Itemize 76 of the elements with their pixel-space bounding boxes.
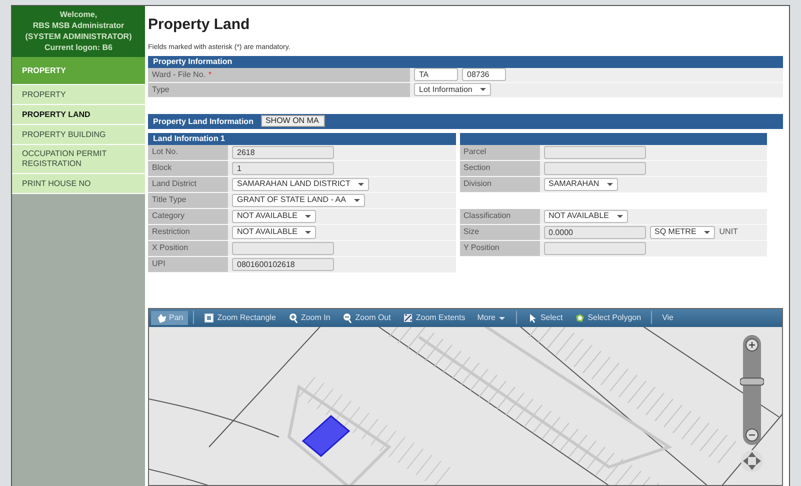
dropdown[interactable]: SAMARAHAN LAND DISTRICT: [232, 178, 370, 191]
field-label: Section: [460, 160, 540, 176]
caret-icon: [607, 182, 614, 186]
welcome-text: RBS MSB Administrator: [32, 20, 126, 31]
caret-icon: [704, 230, 710, 234]
menu-item[interactable]: PROPERTY: [12, 85, 145, 105]
text-field[interactable]: [232, 242, 334, 255]
field-label: Parcel: [460, 144, 540, 160]
dropdown[interactable]: NOT AVAILABLE: [544, 210, 628, 223]
polygon-select-icon: [574, 312, 585, 323]
menu-item[interactable]: PRINT HOUSE NO: [12, 174, 145, 194]
toolbar-button[interactable]: Vie: [657, 310, 678, 325]
show-on-map-button[interactable]: SHOW ON MA: [261, 115, 326, 128]
page-title: Property Land: [148, 16, 251, 34]
field-label: Category: [148, 208, 228, 224]
toolbar-button[interactable]: Zoom Extents: [398, 310, 470, 325]
section-title: Property Land Information: [153, 116, 254, 127]
zoom-out-icon: [342, 312, 352, 323]
toolbar-button[interactable]: Zoom Out: [337, 310, 396, 325]
field-label: Title Type: [148, 192, 228, 208]
required-mark: *: [208, 68, 212, 81]
menu-item[interactable]: PROPERTY LAND: [12, 105, 145, 125]
caret-icon: [358, 182, 364, 186]
highlighted-parcel: [302, 414, 350, 457]
field-label: X Position: [148, 240, 228, 256]
unit-label: UNIT: [719, 226, 738, 238]
field-label: Lot No.: [148, 144, 228, 160]
text-field[interactable]: 08736: [462, 68, 506, 82]
text-field[interactable]: 1: [232, 162, 334, 175]
pointer-icon: [527, 312, 538, 323]
field-label: Restriction: [148, 224, 228, 240]
caret-icon: [305, 214, 312, 218]
subsection-header: Land Information 1: [148, 132, 456, 145]
dropdown[interactable]: SQ METRE: [650, 226, 716, 239]
toolbar-button[interactable]: More: [472, 310, 512, 325]
dropdown[interactable]: GRANT OF STATE LAND - AA: [232, 194, 365, 207]
dropdown[interactable]: NOT AVAILABLE: [232, 226, 316, 239]
welcome-text: (SYSTEM ADMINISTRATOR): [24, 31, 133, 42]
caret-icon: [305, 230, 312, 234]
toolbar-button[interactable]: Select: [522, 310, 568, 325]
welcome-text: Welcome,: [58, 9, 98, 20]
field-label: Block: [148, 160, 228, 176]
pan-arrows-icon: [740, 448, 764, 473]
zoom-rectangle-icon: [204, 312, 214, 323]
field-label: Size: [460, 224, 540, 240]
caret-icon: [616, 214, 623, 218]
section-header: Property Information: [148, 56, 783, 68]
text-field[interactable]: 0.0000: [544, 226, 646, 239]
field-label: Division: [460, 176, 540, 192]
dropdown[interactable]: SAMARAHAN: [544, 178, 618, 191]
text-field[interactable]: [544, 162, 646, 175]
dropdown[interactable]: NOT AVAILABLE: [232, 210, 316, 223]
caret-icon: [354, 198, 360, 202]
field-label: Y Position: [460, 240, 540, 256]
field-label: Type: [148, 82, 410, 97]
text-field[interactable]: [544, 146, 646, 159]
caret-icon: [480, 88, 486, 92]
menu-item[interactable]: OCCUPATION PERMIT REGISTRATION: [12, 145, 145, 174]
zoom-in-icon: [288, 312, 298, 323]
field-label: Land District: [148, 176, 228, 192]
text-field[interactable]: TA: [414, 68, 458, 82]
dropdown[interactable]: Lot Information: [414, 83, 492, 96]
toolbar-button[interactable]: Select Polygon: [570, 310, 646, 325]
zoom-extents-icon: [402, 312, 413, 323]
zoom-slider[interactable]: [740, 334, 764, 445]
field-label: UPI: [148, 256, 228, 272]
text-field[interactable]: [544, 242, 646, 255]
toolbar-button[interactable]: Zoom In: [282, 310, 336, 325]
menu-item[interactable]: PROPERTY BUILDING: [12, 125, 145, 145]
text-field[interactable]: 2618: [232, 146, 334, 159]
field-label: Classification: [460, 208, 540, 224]
hand-icon: [156, 312, 166, 323]
toolbar-button[interactable]: Zoom Rectangle: [199, 310, 281, 325]
text-field[interactable]: 0801600102618: [232, 258, 334, 271]
field-label: Ward - File No. *: [148, 68, 410, 82]
welcome-text: Current logon: B6: [44, 42, 114, 53]
